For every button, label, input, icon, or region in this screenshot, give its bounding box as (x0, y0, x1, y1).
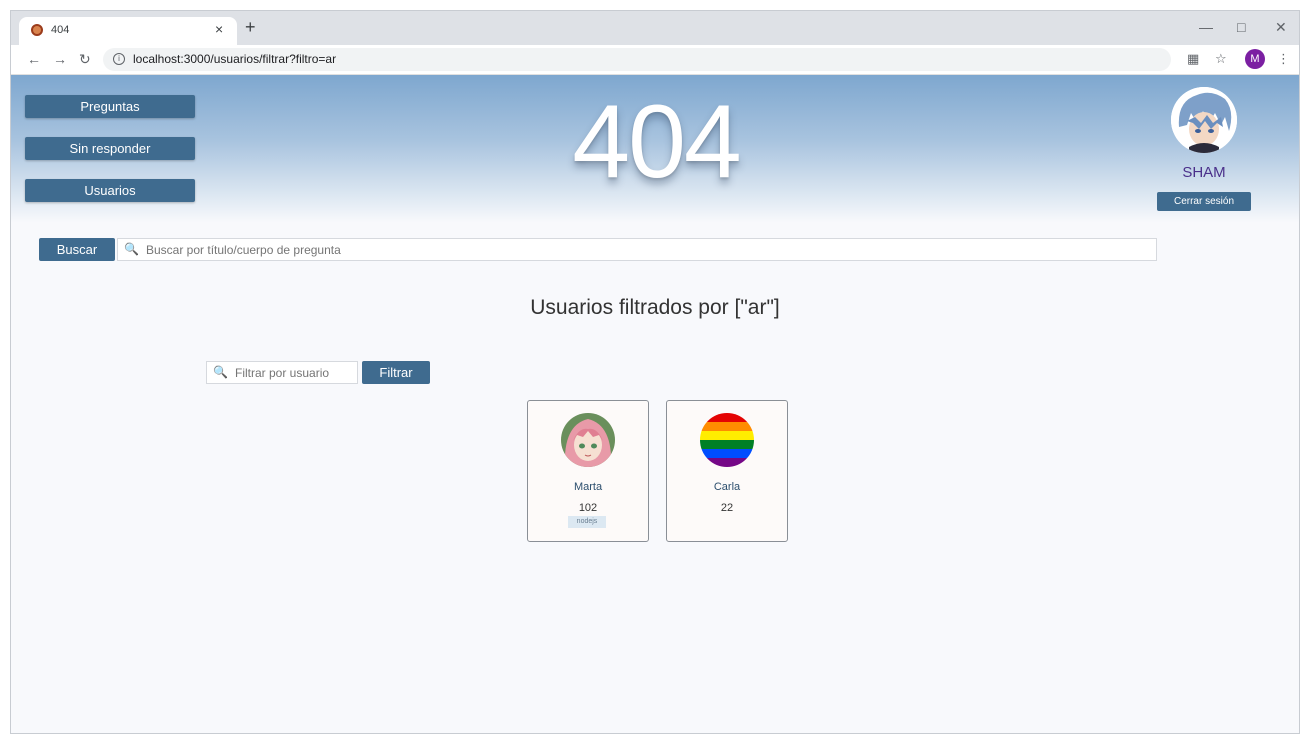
close-window-icon[interactable]: ✕ (1275, 19, 1287, 36)
filter-search-icon: 🔍 (213, 365, 228, 379)
search-button[interactable]: Buscar (39, 238, 115, 261)
search-field[interactable]: 🔍 (117, 238, 1157, 261)
info-icon[interactable]: i (113, 53, 125, 65)
forward-icon[interactable]: → (53, 51, 67, 67)
user-card-marta[interactable]: Marta 102 nodejs (527, 400, 649, 542)
star-icon[interactable]: ☆ (1215, 51, 1227, 67)
minimize-icon[interactable]: — (1199, 19, 1213, 35)
reload-icon[interactable]: ↻ (79, 51, 91, 68)
translate-icon[interactable]: ▦ (1187, 51, 1199, 67)
user-card-reputation: 102 (578, 502, 598, 514)
favicon-icon (31, 24, 43, 36)
user-card-name[interactable]: Marta (528, 481, 648, 493)
site-logo: 404 (572, 84, 742, 200)
nav-usuarios-button[interactable]: Usuarios (25, 179, 195, 202)
nav-preguntas-button[interactable]: Preguntas (25, 95, 195, 118)
maximize-icon[interactable]: □ (1237, 19, 1245, 35)
search-input[interactable] (146, 239, 1146, 260)
username-label[interactable]: SHAM (1157, 164, 1251, 181)
carla-avatar-image (700, 413, 754, 467)
site-header: Preguntas Sin responder Usuarios 404 SHA… (11, 75, 1299, 223)
logout-button[interactable]: Cerrar sesión (1157, 192, 1251, 211)
user-card-carla[interactable]: Carla 22 (666, 400, 788, 542)
user-card-avatar (700, 413, 754, 467)
user-avatar[interactable] (1171, 87, 1237, 153)
back-icon[interactable]: ← (27, 51, 41, 67)
menu-icon[interactable]: ⋮ (1277, 51, 1290, 67)
user-card-reputation: 22 (720, 502, 734, 514)
tab-strip: 404 × + — □ ✕ (11, 11, 1299, 45)
user-card-avatar (561, 413, 615, 467)
address-bar[interactable]: i localhost:3000/usuarios/filtrar?filtro… (103, 48, 1171, 71)
user-card-name[interactable]: Carla (667, 481, 787, 493)
marta-avatar-image (561, 413, 615, 467)
filter-button[interactable]: Filtrar (362, 361, 430, 384)
browser-tab[interactable]: 404 × (19, 17, 237, 45)
filter-input[interactable] (235, 362, 353, 383)
user-avatar-image (1171, 87, 1237, 153)
user-card-tag[interactable]: nodejs (568, 516, 606, 528)
nav-sin-responder-button[interactable]: Sin responder (25, 137, 195, 160)
page-title: Usuarios filtrados por ["ar"] (530, 296, 780, 319)
browser-toolbar: ← → ↻ i localhost:3000/usuarios/filtrar?… (11, 45, 1299, 75)
tab-title: 404 (51, 24, 70, 36)
filter-field[interactable]: 🔍 (206, 361, 358, 384)
tab-close-icon[interactable]: × (215, 21, 223, 37)
new-tab-button[interactable]: + (245, 18, 256, 36)
url-text: localhost:3000/usuarios/filtrar?filtro=a… (133, 52, 337, 66)
search-icon: 🔍 (124, 242, 139, 256)
profile-avatar[interactable]: M (1245, 49, 1265, 69)
page-content: Preguntas Sin responder Usuarios 404 SHA… (11, 75, 1299, 733)
browser-window: 404 × + — □ ✕ ← → ↻ i localhost:3000/usu… (10, 10, 1300, 734)
